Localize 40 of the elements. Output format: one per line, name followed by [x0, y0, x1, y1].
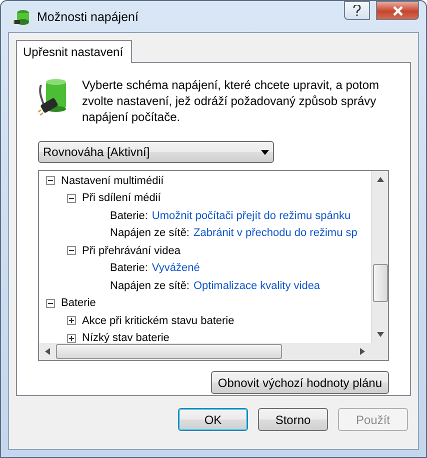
tree-item[interactable]: Baterie [61, 297, 96, 310]
tab[interactable]: Upřesnit nastavení [16, 40, 132, 63]
scroll-right-icon[interactable] [360, 348, 365, 355]
plan-dropdown[interactable]: Rovnováha [Aktivní] [38, 141, 274, 163]
description-text: Vyberte schéma napájení, které chcete upravit, a potom zvolte nastavení, jež odráží požadovaný způsob správy napájení počítače. [82, 77, 380, 125]
scroll-up-icon[interactable] [376, 177, 384, 182]
collapse-icon[interactable] [67, 194, 76, 203]
setting-label: Napájen ze sítě: [110, 280, 190, 292]
dropdown-arrow-icon [261, 150, 269, 154]
help-icon [353, 5, 361, 16]
restore-defaults-button[interactable]: Obnovit výchozí hodnoty plánu [210, 371, 389, 394]
tree-item[interactable]: Akce při kritickém stavu baterie [82, 314, 234, 327]
help-button[interactable] [344, 1, 370, 20]
scroll-left-icon[interactable] [45, 348, 50, 355]
scrollbar-thumb[interactable] [373, 264, 388, 302]
collapse-icon[interactable] [67, 246, 76, 256]
setting-value-link[interactable]: Zabránit v přechodu do režimu sp [194, 227, 358, 240]
dialog-button[interactable]: OK [178, 408, 248, 431]
collapse-icon[interactable] [46, 298, 55, 308]
expand-icon[interactable] [67, 316, 76, 326]
horizontal-scrollbar[interactable] [39, 343, 371, 360]
close-icon [392, 6, 404, 16]
setting-value-link[interactable]: Umožnit počítači přejít do režimu spánku [152, 210, 351, 222]
scroll-down-icon[interactable] [376, 332, 384, 337]
close-button[interactable] [376, 1, 419, 20]
expand-icon[interactable] [67, 334, 76, 343]
setting-value-link[interactable]: Vyvážené [152, 262, 200, 274]
window-title: Možnosti napájení [37, 10, 140, 24]
tree-item[interactable]: Při přehrávání videa [82, 244, 180, 257]
battery-plug-icon [13, 8, 31, 24]
collapse-icon[interactable] [46, 176, 55, 186]
vertical-scrollbar[interactable] [371, 171, 388, 343]
dialog-button[interactable]: Storno [258, 408, 328, 431]
scrollbar-thumb[interactable] [56, 344, 282, 359]
tree-item[interactable]: Při sdílení médií [82, 192, 161, 204]
setting-label: Napájen ze sítě: [110, 227, 190, 240]
tree-item[interactable]: Nastavení multimédií [61, 174, 164, 187]
setting-label: Baterie: [110, 262, 148, 274]
setting-value-link[interactable]: Optimalizace kvality videa [194, 280, 320, 292]
setting-label: Baterie: [110, 210, 148, 222]
